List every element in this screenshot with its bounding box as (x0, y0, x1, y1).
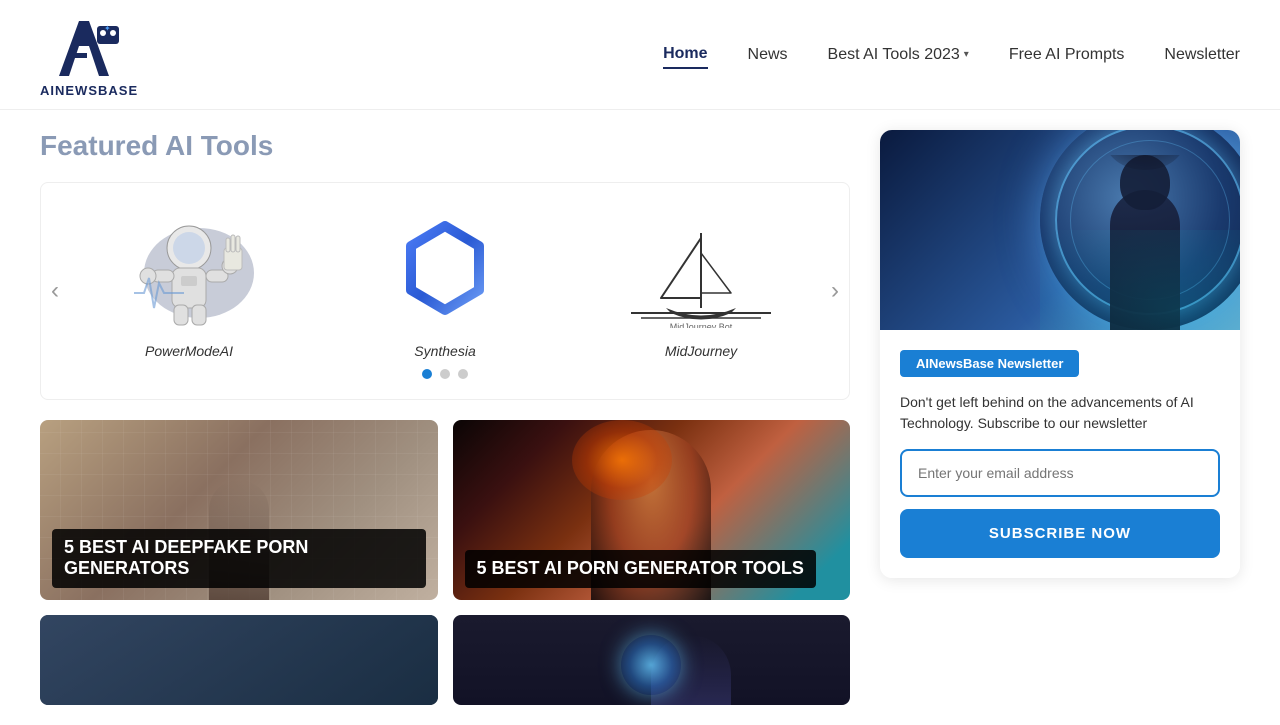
midjourney-image: MidJourney Bot (616, 203, 786, 333)
featured-carousel: ‹ (40, 182, 850, 400)
logo-icon: ✦ (49, 11, 129, 81)
svg-text:✦: ✦ (104, 24, 111, 33)
article-title-porn-generator: 5 BEST AI PORN GENERATOR TOOLS (465, 550, 816, 588)
article-card-3[interactable] (40, 615, 438, 705)
article-card-deepfake[interactable]: 5 BEST AI DEEPFAKE PORN GENERATORS (40, 420, 438, 600)
article-card-porn-generator[interactable]: 5 BEST AI PORN GENERATOR TOOLS (453, 420, 851, 600)
nav-home[interactable]: Home (663, 41, 707, 69)
powermode-label: PowerModeAI (145, 343, 233, 359)
nav-newsletter[interactable]: Newsletter (1164, 42, 1240, 68)
logo[interactable]: ✦ AINEWSBASE (40, 11, 138, 98)
carousel-dot-2[interactable] (440, 369, 450, 379)
header: ✦ AINEWSBASE Home News Best AI Tools 202… (0, 0, 1280, 110)
article-overlay-porn-generator: 5 BEST AI PORN GENERATOR TOOLS (453, 538, 851, 600)
newsletter-subscribe-button[interactable]: SUBSCRIBE NOW (900, 509, 1220, 558)
synthesia-svg (395, 218, 495, 318)
article-grid: 5 BEST AI DEEPFAKE PORN GENERATORS 5 BES… (40, 420, 850, 705)
right-column: AINewsBase Newsletter Don't get left beh… (880, 130, 1240, 705)
newsletter-card: AINewsBase Newsletter Don't get left beh… (880, 130, 1240, 578)
newsletter-body: AINewsBase Newsletter Don't get left beh… (880, 330, 1240, 578)
synthesia-label: Synthesia (414, 343, 475, 359)
synthesia-image (360, 203, 530, 333)
carousel-dots (61, 369, 829, 379)
article-card-4[interactable] (453, 615, 851, 705)
newsletter-email-input[interactable] (900, 449, 1220, 497)
featured-title: Featured AI Tools (40, 130, 850, 162)
article-title-deepfake: 5 BEST AI DEEPFAKE PORN GENERATORS (52, 529, 426, 588)
nav-best-ai-tools[interactable]: Best AI Tools 2023 ▾ (828, 42, 969, 68)
newsletter-badge: AINewsBase Newsletter (900, 350, 1079, 377)
powermode-image (104, 203, 274, 333)
midjourney-label: MidJourney (665, 343, 737, 359)
newsletter-banner (880, 130, 1240, 330)
carousel-item-powermode[interactable]: PowerModeAI (89, 203, 289, 359)
carousel-next-button[interactable]: › (826, 272, 844, 310)
powermode-svg (104, 203, 274, 333)
logo-text: AINEWSBASE (40, 83, 138, 98)
left-column: Featured AI Tools ‹ (40, 130, 850, 705)
nav-free-ai-prompts[interactable]: Free AI Prompts (1009, 42, 1125, 68)
newsletter-description: Don't get left behind on the advancement… (900, 392, 1220, 434)
carousel-dot-3[interactable] (458, 369, 468, 379)
main-nav: Home News Best AI Tools 2023 ▾ Free AI P… (663, 41, 1240, 69)
carousel-item-midjourney[interactable]: MidJourney Bot MidJourney (601, 203, 801, 359)
midjourney-svg: MidJourney Bot (621, 208, 781, 328)
carousel-prev-button[interactable]: ‹ (46, 272, 64, 310)
carousel-item-synthesia[interactable]: Synthesia (345, 203, 545, 359)
chevron-down-icon: ▾ (964, 49, 969, 60)
carousel-dot-1[interactable] (422, 369, 432, 379)
main-content: Featured AI Tools ‹ (0, 110, 1280, 725)
nav-news[interactable]: News (748, 42, 788, 68)
svg-text:MidJourney Bot: MidJourney Bot (670, 322, 733, 328)
carousel-items: PowerModeAI (61, 203, 829, 359)
article-overlay-deepfake: 5 BEST AI DEEPFAKE PORN GENERATORS (40, 517, 438, 600)
